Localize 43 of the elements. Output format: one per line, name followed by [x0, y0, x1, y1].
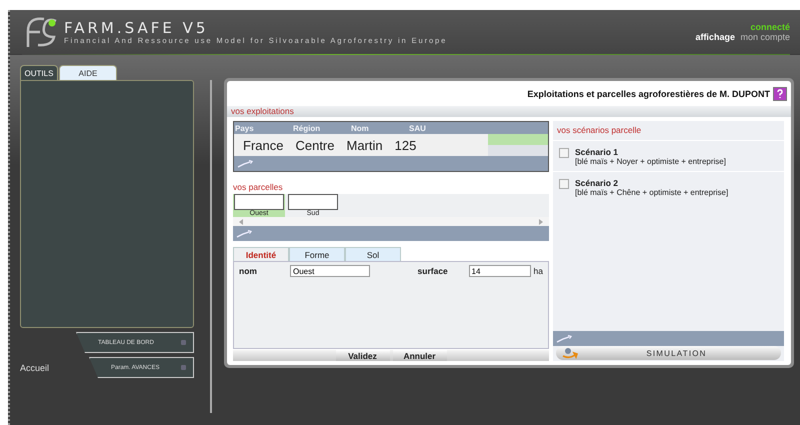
scenario-detail: [blé maïs + Chêne + optimiste + entreprise] — [575, 188, 728, 197]
field-label: nom — [239, 266, 258, 276]
section-header: vos exploitations — [227, 106, 791, 117]
name-field[interactable]: Ouest — [290, 265, 370, 277]
form-tab[interactable]: Sol — [345, 247, 401, 261]
table-cell: Centre — [295, 138, 334, 152]
column-header: Pays — [235, 124, 255, 132]
horizontal-scrollbar[interactable] — [233, 217, 549, 226]
table-cell: Martin — [346, 138, 383, 152]
form-button[interactable]: Validez — [336, 350, 390, 361]
gear-arrow-icon — [562, 347, 578, 359]
field-label: surface — [418, 266, 449, 276]
table-row[interactable]: France Centre Martin 125 — [234, 134, 548, 156]
checkbox[interactable] — [559, 179, 569, 189]
sidebar-tab[interactable]: OUTILS — [20, 65, 58, 80]
home-link[interactable]: Accueil — [20, 362, 50, 372]
scenario-detail: [blé maïs + Noyer + optimiste + entreprise] — [575, 157, 726, 166]
sidebar-tab[interactable]: AIDE — [59, 65, 117, 80]
section-label: vos parcelles — [233, 181, 284, 194]
form-tab[interactable]: Forme — [289, 247, 345, 261]
table-cell: France — [243, 138, 284, 152]
app-logo: FARM.SAFE V5 — [64, 20, 210, 36]
scroll-right-icon[interactable] — [539, 218, 543, 224]
column-header: SAU — [409, 124, 427, 132]
scroll-left-icon[interactable] — [239, 218, 243, 224]
simulation-button[interactable]: SIMULATION — [556, 346, 781, 360]
checkbox[interactable] — [559, 148, 569, 158]
surface-field[interactable]: 14 — [468, 265, 531, 277]
unit-label: ha — [534, 266, 543, 276]
form-button[interactable]: Annuler — [392, 350, 446, 361]
section-label: vos scénarios parcelle — [556, 124, 642, 137]
form-tab[interactable]: Identité — [233, 247, 289, 261]
account-link[interactable]: mon compte — [740, 32, 790, 42]
column-header: Nom — [351, 124, 370, 132]
connection-status: connecté — [750, 22, 790, 32]
help-icon — [775, 89, 785, 99]
table-cell: 125 — [394, 138, 416, 152]
scenario-name: Scénario 2 — [575, 178, 619, 188]
window-title: Exploitations et parcelles agroforestières de M. DUPONT — [527, 89, 770, 99]
scenario-name: Scénario 1 — [575, 147, 619, 157]
help-button[interactable] — [773, 87, 787, 101]
column-header: Région — [293, 124, 322, 132]
view-label: affichage — [695, 32, 735, 42]
